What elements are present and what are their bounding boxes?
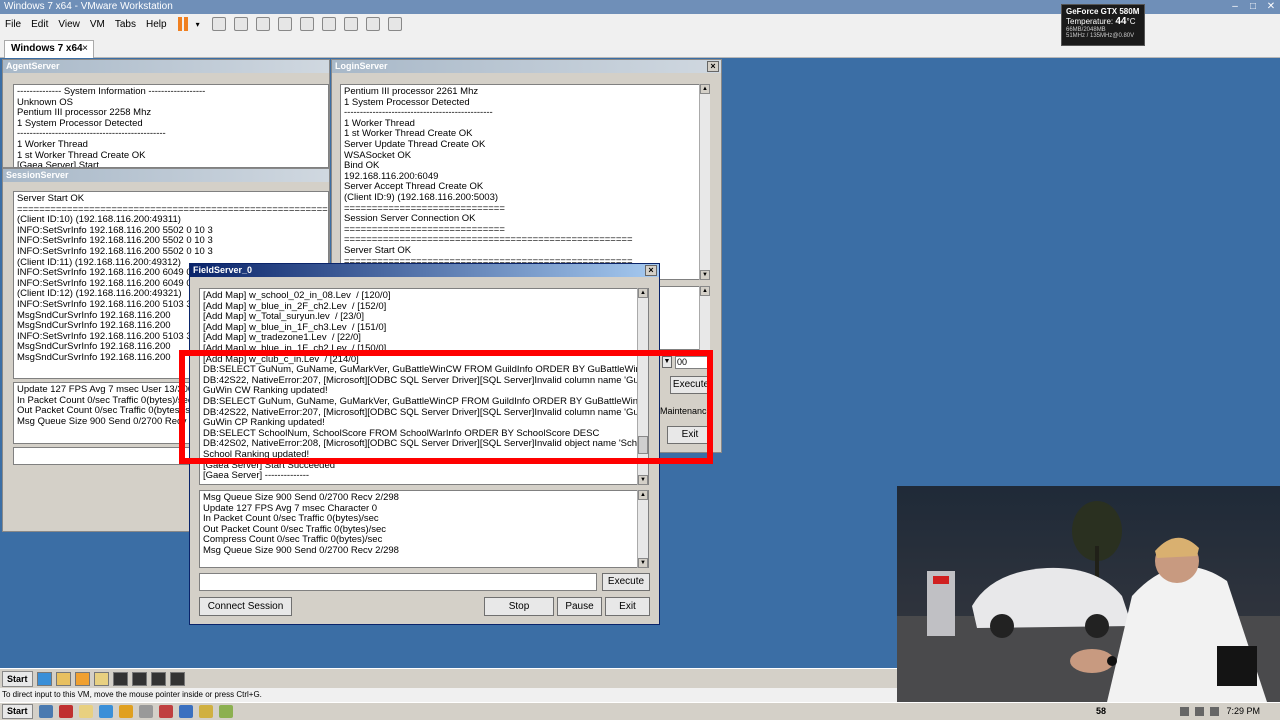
menu-edit[interactable]: Edit	[26, 19, 53, 30]
send-ctrl-alt-del-icon[interactable]	[211, 17, 226, 31]
login-server-log[interactable]: Pentium III processor 2261 Mhz 1 System …	[340, 84, 710, 280]
clock[interactable]: 7:29 PM	[1226, 706, 1260, 716]
window-title: SessionServer	[3, 169, 329, 182]
chrome-icon[interactable]	[118, 705, 133, 718]
field-server-log[interactable]: [Add Map] w_school_02_in_08.Lev / [120/0…	[199, 288, 649, 485]
close-icon[interactable]: ×	[645, 265, 657, 276]
agent-server-log[interactable]: -------------- System Information ------…	[13, 84, 329, 168]
console-app-icon[interactable]	[112, 671, 128, 686]
app-icon[interactable]	[178, 705, 193, 718]
agent-server-window[interactable]: AgentServer -------------- System Inform…	[2, 59, 330, 168]
connect-session-button[interactable]: Connect Session	[199, 597, 292, 616]
login-exit-button[interactable]: Exit	[667, 426, 713, 444]
window-title: LoginServer	[332, 60, 721, 73]
scroll-down-icon[interactable]: ▼	[638, 475, 648, 485]
stop-button[interactable]: Stop	[484, 597, 554, 616]
vmware-icon[interactable]	[198, 705, 213, 718]
app-icon[interactable]	[158, 705, 173, 718]
pause-icon[interactable]	[177, 17, 190, 31]
login-combo[interactable]: 00	[675, 356, 709, 369]
unity-icon[interactable]	[365, 17, 380, 31]
system-tray	[1180, 707, 1219, 716]
menu-view[interactable]: View	[53, 19, 85, 30]
console-view-icon[interactable]	[387, 17, 402, 31]
flag-icon[interactable]	[1210, 707, 1219, 716]
tab-windows7[interactable]: Windows 7 x64 ×	[4, 40, 94, 58]
scroll-down-icon[interactable]: ▼	[700, 270, 710, 280]
media-player-icon[interactable]	[74, 671, 90, 686]
snapshot-icon[interactable]	[233, 17, 248, 31]
login-stats-scrollbar[interactable]: ▲	[699, 286, 710, 350]
menu-help[interactable]: Help	[141, 19, 172, 30]
host-start-button[interactable]: Start	[2, 704, 33, 719]
field-server-stats[interactable]: Msg Queue Size 900 Send 0/2700 Recv 2/29…	[199, 490, 649, 568]
scroll-up-icon[interactable]: ▲	[638, 490, 648, 500]
webcam-overlay	[897, 486, 1280, 702]
app-icon[interactable]	[138, 705, 153, 718]
tray-count: 58	[1096, 706, 1107, 716]
minimize-button[interactable]: –	[1226, 0, 1244, 14]
tab-label: Windows 7 x64	[11, 43, 83, 54]
scroll-thumb[interactable]	[638, 436, 648, 454]
field-command-input[interactable]	[199, 573, 597, 591]
window-title: AgentServer	[3, 60, 329, 73]
scroll-down-icon[interactable]: ▼	[638, 558, 648, 568]
host-taskbar: Start 58 7:29 PM	[0, 702, 1280, 720]
console-app-icon[interactable]	[131, 671, 147, 686]
scroll-up-icon[interactable]: ▲	[700, 286, 710, 296]
field-server-window[interactable]: FieldServer_0 × [Add Map] w_school_02_in…	[189, 263, 660, 625]
close-icon[interactable]: ×	[707, 61, 719, 72]
window-title: FieldServer_0	[190, 264, 659, 277]
login-log-scrollbar[interactable]: ▲ ▼	[699, 84, 710, 280]
browser-icon[interactable]	[98, 705, 113, 718]
close-button[interactable]: ✕	[1262, 0, 1280, 14]
gpu-temperature: Temperature: 44°C	[1066, 16, 1136, 27]
volume-icon[interactable]	[1195, 707, 1204, 716]
network-icon[interactable]	[1180, 707, 1189, 716]
thumbnail-bar-icon[interactable]	[321, 17, 336, 31]
field-execute-button[interactable]: Execute	[602, 573, 650, 591]
explorer-icon[interactable]	[55, 671, 71, 686]
login-maintenance-label: Maintenanc	[660, 406, 707, 416]
scroll-up-icon[interactable]: ▲	[700, 84, 710, 94]
revert-snapshot-icon[interactable]	[255, 17, 270, 31]
app-icon[interactable]	[218, 705, 233, 718]
field-stats-scrollbar[interactable]: ▲ ▼	[637, 490, 648, 568]
app-icon[interactable]	[38, 705, 53, 718]
login-execute-button[interactable]: Execute	[670, 376, 712, 394]
library-icon[interactable]	[299, 17, 314, 31]
ie-icon[interactable]	[36, 671, 52, 686]
guest-taskbar: Start	[0, 668, 897, 688]
gpu-name: GeForce GTX 580M	[1066, 7, 1140, 16]
maximize-button[interactable]: □	[1244, 0, 1262, 14]
vmware-title: Windows 7 x64 - VMware Workstation	[4, 1, 173, 12]
exit-button[interactable]: Exit	[605, 597, 650, 616]
menu-vm[interactable]: VM	[85, 19, 110, 30]
scroll-up-icon[interactable]: ▲	[638, 288, 648, 298]
gpu-monitor-widget: GeForce GTX 580M Temperature: 44°C 66MB/…	[1061, 4, 1145, 46]
menu-tabs[interactable]: Tabs	[110, 19, 141, 30]
guest-start-button[interactable]: Start	[2, 670, 33, 687]
snapshot-manager-icon[interactable]	[277, 17, 292, 31]
folder-icon[interactable]	[93, 671, 109, 686]
folder-icon[interactable]	[78, 705, 93, 718]
console-app-icon[interactable]	[150, 671, 166, 686]
window-controls: – □ ✕	[1226, 0, 1280, 14]
pause-button[interactable]: Pause	[557, 597, 602, 616]
menu-file[interactable]: File	[0, 19, 26, 30]
close-icon[interactable]: ×	[82, 41, 88, 57]
app-icon[interactable]	[58, 705, 73, 718]
field-log-scrollbar[interactable]: ▲ ▼	[637, 288, 648, 485]
chevron-down-icon[interactable]: ▾	[196, 20, 200, 29]
chevron-down-icon[interactable]: ▼	[662, 356, 672, 368]
console-app-icon[interactable]	[169, 671, 185, 686]
fullscreen-icon[interactable]	[343, 17, 358, 31]
gpu-clock: 51MHz / 135MHz@0.80V	[1066, 33, 1135, 39]
webcam-image	[897, 486, 1280, 702]
